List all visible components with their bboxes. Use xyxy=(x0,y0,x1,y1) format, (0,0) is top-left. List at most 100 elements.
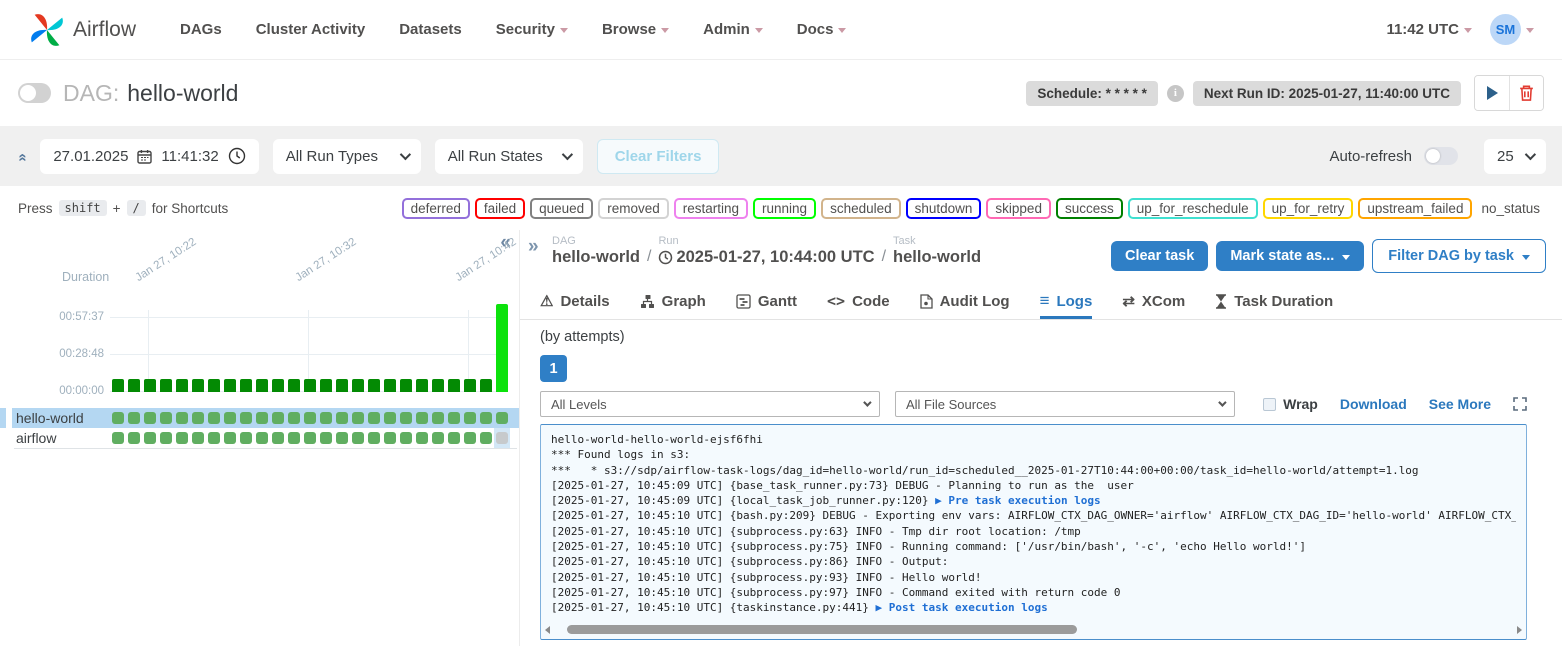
grid-cell-success[interactable] xyxy=(304,412,316,424)
duration-bar[interactable] xyxy=(192,379,204,392)
log-group-link[interactable]: ▶ Post task execution logs xyxy=(876,601,1048,613)
grid-cell-success[interactable] xyxy=(416,412,428,424)
nav-item-security[interactable]: Security xyxy=(496,21,568,38)
grid-cell-success[interactable] xyxy=(144,432,156,444)
duration-bar[interactable] xyxy=(352,379,364,392)
grid-cell-success[interactable] xyxy=(384,432,396,444)
grid-cell-success[interactable] xyxy=(448,432,460,444)
duration-bar[interactable] xyxy=(368,379,380,392)
task-label[interactable]: hello-world xyxy=(12,410,110,426)
horizontal-scrollbar[interactable] xyxy=(553,625,1514,635)
tab-xcom[interactable]: ⇄XCom xyxy=(1122,283,1185,319)
scroll-right-icon[interactable] xyxy=(1517,626,1522,634)
grid-cell-success[interactable] xyxy=(480,412,492,424)
grid-cell-success[interactable] xyxy=(496,412,508,424)
clock-menu[interactable]: 11:42 UTC xyxy=(1386,21,1472,38)
grid-cell-success[interactable] xyxy=(352,432,364,444)
duration-bar[interactable] xyxy=(256,379,268,392)
grid-cell-success[interactable] xyxy=(480,432,492,444)
grid-cell-success[interactable] xyxy=(336,432,348,444)
grid-cell-success[interactable] xyxy=(112,412,124,424)
grid-cell-success[interactable] xyxy=(368,432,380,444)
task-label[interactable]: airflow xyxy=(12,430,110,446)
duration-bar[interactable] xyxy=(448,379,460,392)
download-link[interactable]: Download xyxy=(1340,396,1407,412)
grid-cell-success[interactable] xyxy=(240,412,252,424)
duration-bar[interactable] xyxy=(112,379,124,392)
file-sources-select[interactable]: All File Sources xyxy=(895,391,1235,417)
scrollbar-thumb[interactable] xyxy=(567,625,1076,634)
grid-cell-success[interactable] xyxy=(208,412,220,424)
duration-bar[interactable] xyxy=(432,379,444,392)
grid-cell-success[interactable] xyxy=(272,432,284,444)
run-states-select[interactable]: All Run States xyxy=(435,139,583,174)
grid-cell-success[interactable] xyxy=(448,412,460,424)
trigger-dag-button[interactable] xyxy=(1475,76,1509,110)
task-row-hello-world[interactable]: hello-world xyxy=(12,408,519,428)
nav-item-dags[interactable]: DAGs xyxy=(180,21,222,38)
see-more-link[interactable]: See More xyxy=(1429,396,1491,412)
grid-cell-success[interactable] xyxy=(288,432,300,444)
page-size-select[interactable]: 25 xyxy=(1484,139,1546,174)
duration-bar[interactable] xyxy=(336,379,348,392)
grid-cell-success[interactable] xyxy=(192,432,204,444)
task-row-airflow[interactable]: airflow xyxy=(12,428,519,448)
duration-bar[interactable] xyxy=(208,379,220,392)
nav-item-browse[interactable]: Browse xyxy=(602,21,669,38)
grid-cell-success[interactable] xyxy=(176,412,188,424)
nav-item-cluster-activity[interactable]: Cluster Activity xyxy=(256,21,365,38)
mark-state-button[interactable]: Mark state as... xyxy=(1216,241,1364,271)
grid-cell-success[interactable] xyxy=(320,432,332,444)
grid-cell-success[interactable] xyxy=(224,412,236,424)
grid-cell-success[interactable] xyxy=(160,432,172,444)
tab-gantt[interactable]: Gantt xyxy=(736,283,797,319)
grid-cell-success[interactable] xyxy=(432,412,444,424)
duration-bar[interactable] xyxy=(464,379,476,392)
expand-panel-icon[interactable]: » xyxy=(528,236,539,258)
duration-bar[interactable] xyxy=(320,379,332,392)
grid-cell-success[interactable] xyxy=(128,432,140,444)
fullscreen-icon[interactable] xyxy=(1513,397,1527,411)
grid-cell-no_status[interactable] xyxy=(496,432,508,444)
grid-cell-success[interactable] xyxy=(144,412,156,424)
grid-cell-success[interactable] xyxy=(288,412,300,424)
clear-task-button[interactable]: Clear task xyxy=(1111,241,1208,271)
run-types-select[interactable]: All Run Types xyxy=(273,139,421,174)
duration-bar[interactable] xyxy=(144,379,156,392)
grid-cell-success[interactable] xyxy=(160,412,172,424)
scroll-left-icon[interactable] xyxy=(545,626,550,634)
tab-task-duration[interactable]: Task Duration xyxy=(1215,283,1333,319)
grid-cell-success[interactable] xyxy=(192,412,204,424)
grid-cell-success[interactable] xyxy=(320,412,332,424)
grid-cell-success[interactable] xyxy=(256,412,268,424)
grid-cell-success[interactable] xyxy=(224,432,236,444)
wrap-checkbox[interactable] xyxy=(1263,398,1276,411)
wrap-option[interactable]: Wrap xyxy=(1263,396,1318,412)
grid-cell-success[interactable] xyxy=(176,432,188,444)
filter-dag-by-task-button[interactable]: Filter DAG by task xyxy=(1372,239,1546,273)
duration-bar[interactable] xyxy=(416,379,428,392)
bc-dag-value[interactable]: hello-world xyxy=(552,248,640,267)
nav-item-admin[interactable]: Admin xyxy=(703,21,763,38)
grid-cell-success[interactable] xyxy=(336,412,348,424)
duration-bar[interactable] xyxy=(272,379,284,392)
bc-run-value[interactable]: 2025-01-27, 10:44:00 UTC xyxy=(658,248,874,267)
grid-cell-success[interactable] xyxy=(304,432,316,444)
grid-cell-success[interactable] xyxy=(432,432,444,444)
grid-cell-success[interactable] xyxy=(400,412,412,424)
grid-cell-success[interactable] xyxy=(464,412,476,424)
tab-graph[interactable]: Graph xyxy=(640,283,706,319)
nav-item-datasets[interactable]: Datasets xyxy=(399,21,462,38)
delete-dag-button[interactable] xyxy=(1509,76,1543,110)
duration-bar[interactable] xyxy=(240,379,252,392)
grid-cell-success[interactable] xyxy=(368,412,380,424)
info-icon[interactable] xyxy=(1167,85,1184,102)
grid-cell-success[interactable] xyxy=(272,412,284,424)
grid-cell-success[interactable] xyxy=(208,432,220,444)
airflow-logo[interactable]: Airflow xyxy=(28,11,136,49)
grid-cell-success[interactable] xyxy=(464,432,476,444)
bc-task-value[interactable]: hello-world xyxy=(893,248,981,267)
grid-cell-success[interactable] xyxy=(400,432,412,444)
grid-cell-success[interactable] xyxy=(416,432,428,444)
duration-bar[interactable] xyxy=(128,379,140,392)
